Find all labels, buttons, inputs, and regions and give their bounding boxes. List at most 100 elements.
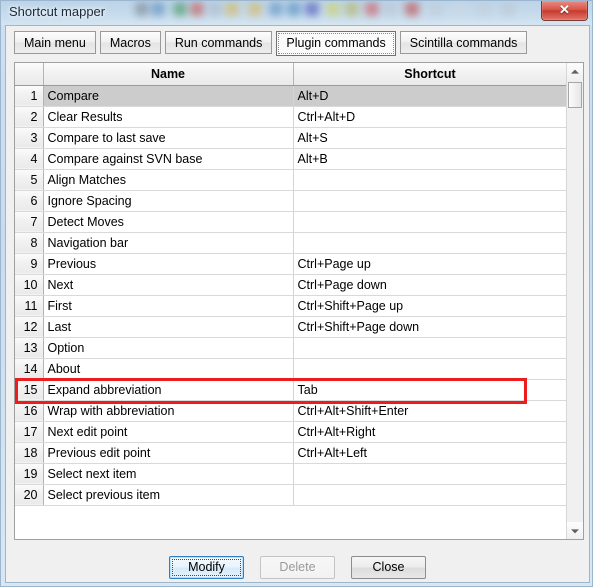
cell-command-name[interactable]: Next edit point bbox=[43, 421, 294, 443]
cell-shortcut[interactable]: Ctrl+Shift+Page down bbox=[293, 316, 567, 338]
row-number: 13 bbox=[15, 337, 44, 359]
row-number: 18 bbox=[15, 442, 44, 464]
tab-scintilla-commands[interactable]: Scintilla commands bbox=[399, 31, 528, 54]
cell-shortcut[interactable] bbox=[293, 337, 567, 359]
table-row[interactable]: 3 Compare to last save Alt+S bbox=[15, 127, 567, 149]
table-row[interactable]: 17 Next edit point Ctrl+Alt+Right bbox=[15, 421, 567, 443]
row-number: 19 bbox=[15, 463, 44, 485]
vertical-scrollbar[interactable] bbox=[566, 63, 583, 539]
row-number: 6 bbox=[15, 190, 44, 212]
table-row[interactable]: 9 Previous Ctrl+Page up bbox=[15, 253, 567, 275]
cell-command-name[interactable]: Compare against SVN base bbox=[43, 148, 294, 170]
table-row[interactable]: 7 Detect Moves bbox=[15, 211, 567, 233]
close-button[interactable]: Close bbox=[351, 556, 426, 579]
cell-shortcut[interactable]: Ctrl+Alt+Right bbox=[293, 421, 567, 443]
cell-command-name[interactable]: First bbox=[43, 295, 294, 317]
table-row[interactable]: 16 Wrap with abbreviation Ctrl+Alt+Shift+E… bbox=[15, 400, 567, 422]
table-row[interactable]: 2 Clear Results Ctrl+Alt+D bbox=[15, 106, 567, 128]
tab-run-commands[interactable]: Run commands bbox=[164, 31, 273, 54]
caret-down-icon bbox=[571, 528, 579, 533]
dialog-button-bar: Modify Delete Close bbox=[6, 556, 589, 579]
cell-shortcut[interactable]: Ctrl+Page down bbox=[293, 274, 567, 296]
close-window-button[interactable]: ✕ bbox=[541, 1, 588, 21]
row-number: 8 bbox=[15, 232, 44, 254]
tab-strip: Main menu Macros Run commands Plugin comman… bbox=[6, 31, 589, 57]
cell-shortcut[interactable]: Alt+S bbox=[293, 127, 567, 149]
table-row[interactable]: 14 About bbox=[15, 358, 567, 380]
blurred-desktop-icon bbox=[429, 2, 443, 16]
close-icon: ✕ bbox=[559, 2, 570, 17]
cell-command-name[interactable]: Previous bbox=[43, 253, 294, 275]
cell-command-name[interactable]: Next bbox=[43, 274, 294, 296]
row-number: 16 bbox=[15, 400, 44, 422]
cell-shortcut[interactable] bbox=[293, 484, 567, 506]
cell-shortcut[interactable]: Ctrl+Shift+Page up bbox=[293, 295, 567, 317]
table-header-row: Name Shortcut bbox=[15, 63, 567, 86]
cell-command-name[interactable]: Expand abbreviation bbox=[43, 379, 294, 401]
cell-command-name[interactable]: Wrap with abbreviation bbox=[43, 400, 294, 422]
cell-command-name[interactable]: Select next item bbox=[43, 463, 294, 485]
table-row[interactable]: 19 Select next item bbox=[15, 463, 567, 485]
scrollbar-thumb[interactable] bbox=[568, 82, 582, 108]
table-row[interactable]: 1 Compare Alt+D bbox=[15, 85, 567, 107]
scroll-up-arrow-icon[interactable] bbox=[567, 63, 583, 80]
modify-button[interactable]: Modify bbox=[169, 556, 244, 579]
cell-command-name[interactable]: About bbox=[43, 358, 294, 380]
cell-command-name[interactable]: Last bbox=[43, 316, 294, 338]
cell-shortcut[interactable]: Tab bbox=[293, 379, 567, 401]
table-row[interactable]: 13 Option bbox=[15, 337, 567, 359]
row-number: 17 bbox=[15, 421, 44, 443]
table-row[interactable]: 20 Select previous item bbox=[15, 484, 567, 506]
cell-command-name[interactable]: Select previous item bbox=[43, 484, 294, 506]
blurred-desktop-icon bbox=[269, 2, 283, 16]
tab-plugin-commands[interactable]: Plugin commands bbox=[276, 31, 396, 56]
cell-command-name[interactable]: Detect Moves bbox=[43, 211, 294, 233]
table-row[interactable]: 12 Last Ctrl+Shift+Page down bbox=[15, 316, 567, 338]
tab-main-menu[interactable]: Main menu bbox=[14, 31, 96, 54]
cell-shortcut[interactable]: Ctrl+Alt+Left bbox=[293, 442, 567, 464]
blurred-desktop-icon bbox=[135, 2, 149, 16]
table-row[interactable]: 10 Next Ctrl+Page down bbox=[15, 274, 567, 296]
cell-shortcut[interactable] bbox=[293, 169, 567, 191]
column-header-name[interactable]: Name bbox=[43, 63, 294, 86]
cell-command-name[interactable]: Previous edit point bbox=[43, 442, 294, 464]
table-row[interactable]: 5 Align Matches bbox=[15, 169, 567, 191]
title-bar[interactable]: Shortcut mapper bbox=[1, 1, 592, 25]
row-number: 5 bbox=[15, 169, 44, 191]
cell-shortcut[interactable] bbox=[293, 190, 567, 212]
table-row[interactable]: 15 Expand abbreviation Tab bbox=[15, 379, 567, 401]
table-row[interactable]: 8 Navigation bar bbox=[15, 232, 567, 254]
cell-command-name[interactable]: Clear Results bbox=[43, 106, 294, 128]
blurred-desktop-icon bbox=[287, 2, 301, 16]
cell-shortcut[interactable] bbox=[293, 211, 567, 233]
cell-command-name[interactable]: Ignore Spacing bbox=[43, 190, 294, 212]
column-header-rownum[interactable] bbox=[15, 63, 44, 86]
tab-macros[interactable]: Macros bbox=[99, 31, 161, 54]
scroll-down-arrow-icon[interactable] bbox=[567, 522, 583, 539]
cell-shortcut[interactable] bbox=[293, 358, 567, 380]
cell-command-name[interactable]: Navigation bar bbox=[43, 232, 294, 254]
cell-shortcut[interactable]: Alt+B bbox=[293, 148, 567, 170]
cell-shortcut[interactable]: Alt+D bbox=[293, 85, 567, 107]
cell-shortcut[interactable]: Ctrl+Alt+Shift+Enter bbox=[293, 400, 567, 422]
cell-command-name[interactable]: Option bbox=[43, 337, 294, 359]
cell-shortcut[interactable] bbox=[293, 463, 567, 485]
blurred-desktop-icon bbox=[225, 2, 239, 16]
column-header-shortcut[interactable]: Shortcut bbox=[293, 63, 567, 86]
cell-shortcut[interactable]: Ctrl+Alt+D bbox=[293, 106, 567, 128]
dialog-client-area: Main menu Macros Run commands Plugin comman… bbox=[5, 25, 590, 583]
table-row[interactable]: 4 Compare against SVN base Alt+B bbox=[15, 148, 567, 170]
cell-shortcut[interactable] bbox=[293, 232, 567, 254]
row-number: 7 bbox=[15, 211, 44, 233]
cell-shortcut[interactable]: Ctrl+Page up bbox=[293, 253, 567, 275]
caret-up-icon bbox=[571, 69, 579, 74]
table-head: Name Shortcut bbox=[15, 63, 567, 86]
table-row[interactable]: 6 Ignore Spacing bbox=[15, 190, 567, 212]
cell-command-name[interactable]: Compare to last save bbox=[43, 127, 294, 149]
cell-command-name[interactable]: Align Matches bbox=[43, 169, 294, 191]
blurred-desktop-icon bbox=[453, 2, 467, 16]
table-row[interactable]: 18 Previous edit point Ctrl+Alt+Left bbox=[15, 442, 567, 464]
cell-command-name[interactable]: Compare bbox=[43, 85, 294, 107]
table-row[interactable]: 11 First Ctrl+Shift+Page up bbox=[15, 295, 567, 317]
blurred-desktop-icon bbox=[383, 2, 397, 16]
